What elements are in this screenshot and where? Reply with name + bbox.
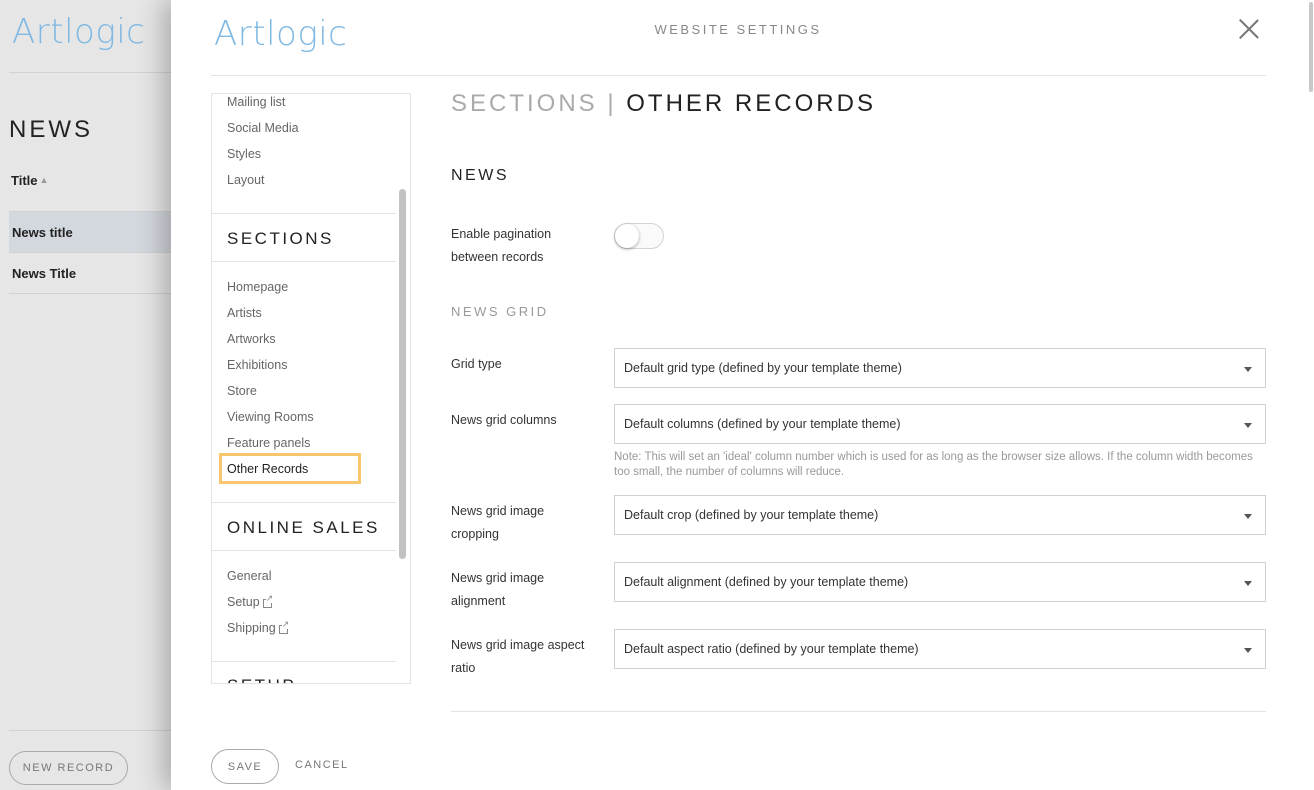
save-button[interactable]: SAVE — [211, 749, 279, 784]
grid-columns-label: News grid columns — [451, 413, 557, 427]
background-page-title: NEWS — [9, 116, 93, 143]
sort-icon: ▲ — [39, 175, 49, 185]
website-settings-modal: Artlogic WEBSITE SETTINGS Mailing list S… — [171, 0, 1314, 790]
new-record-button[interactable]: NEW RECORD — [9, 751, 128, 785]
sidebar-item-shipping[interactable]: Shipping — [227, 619, 290, 635]
grid-type-select[interactable]: Default grid type (defined by your templ… — [614, 348, 1266, 388]
page-title: SECTIONS | OTHER RECORDS — [451, 90, 876, 118]
image-cropping-label: News grid image cropping — [451, 504, 545, 541]
sidebar-scrollbar-thumb[interactable] — [399, 189, 406, 559]
background-logo: Artlogic — [12, 12, 146, 52]
image-aspect-ratio-label: News grid image aspect ratio — [451, 638, 585, 675]
title-column-label: Title — [11, 173, 38, 188]
grid-type-label: Grid type — [451, 357, 502, 371]
sidebar-heading-setup: SETUP — [227, 676, 296, 683]
chevron-down-icon — [1244, 581, 1252, 586]
pagination-label: Enable pagination between records — [451, 227, 552, 264]
header-divider — [211, 75, 1266, 76]
sidebar-heading-online-sales: ONLINE SALES — [227, 518, 380, 537]
chevron-down-icon — [1244, 423, 1252, 428]
subheading-news-grid: NEWS GRID — [451, 304, 549, 319]
image-cropping-select[interactable]: Default crop (defined by your template t… — [614, 495, 1266, 535]
sidebar-divider — [212, 550, 396, 551]
sidebar-heading-sections: SECTIONS — [227, 229, 334, 248]
grid-columns-select[interactable]: Default columns (defined by your templat… — [614, 404, 1266, 444]
image-alignment-select[interactable]: Default alignment (defined by your templ… — [614, 562, 1266, 602]
sidebar-item-feature-panels[interactable]: Feature panels — [227, 436, 310, 450]
select-value: Default crop (defined by your template t… — [624, 508, 879, 522]
table-row[interactable]: News Title — [9, 253, 179, 294]
sidebar-item-label: Setup — [227, 595, 260, 609]
cancel-button[interactable]: CANCEL — [295, 759, 349, 771]
sidebar-item-viewing-rooms[interactable]: Viewing Rooms — [227, 410, 314, 424]
sidebar-divider — [212, 213, 396, 214]
sidebar-divider — [212, 661, 396, 662]
external-link-icon — [262, 593, 274, 608]
select-value: Default aspect ratio (defined by your te… — [624, 642, 919, 656]
sidebar-item-exhibitions[interactable]: Exhibitions — [227, 358, 287, 372]
close-icon[interactable] — [1239, 19, 1259, 39]
background-divider — [9, 730, 179, 731]
sidebar-item-artworks[interactable]: Artworks — [227, 332, 276, 346]
toggle-knob — [615, 224, 639, 248]
external-link-icon — [278, 619, 290, 634]
background-divider — [9, 72, 179, 73]
sidebar-item-other-records[interactable]: Other Records — [227, 462, 308, 476]
chevron-down-icon — [1244, 514, 1252, 519]
image-aspect-ratio-select[interactable]: Default aspect ratio (defined by your te… — [614, 629, 1266, 669]
table-row[interactable]: News title — [9, 212, 179, 253]
sidebar-divider — [212, 502, 396, 503]
image-alignment-label: News grid image alignment — [451, 571, 545, 608]
page-title-name: OTHER RECORDS — [626, 90, 876, 117]
sidebar-item-label: Shipping — [227, 621, 276, 635]
sidebar-item-mailing-list[interactable]: Mailing list — [227, 95, 285, 109]
page-title-prefix: SECTIONS — [451, 90, 598, 117]
sidebar-item-setup[interactable]: Setup — [227, 593, 274, 609]
content-divider — [451, 711, 1266, 712]
sidebar-item-general[interactable]: General — [227, 569, 271, 583]
sidebar-item-homepage[interactable]: Homepage — [227, 280, 288, 294]
page-title-separator: | — [607, 90, 617, 117]
sidebar-item-store[interactable]: Store — [227, 384, 257, 398]
title-column-header[interactable]: Title ▲ — [11, 173, 48, 188]
chevron-down-icon — [1244, 367, 1252, 372]
sidebar-item-social-media[interactable]: Social Media — [227, 121, 299, 135]
sidebar-item-styles[interactable]: Styles — [227, 147, 261, 161]
sidebar-divider — [212, 261, 396, 262]
select-value: Default alignment (defined by your templ… — [624, 575, 909, 589]
group-heading-news: NEWS — [451, 167, 509, 184]
sidebar-item-layout[interactable]: Layout — [227, 173, 265, 187]
modal-scrollbar[interactable] — [1309, 2, 1313, 92]
chevron-down-icon — [1244, 648, 1252, 653]
columns-note: Note: This will set an 'ideal' column nu… — [614, 451, 1253, 478]
sidebar-item-artists[interactable]: Artists — [227, 306, 262, 320]
settings-sidebar: Mailing list Social Media Styles Layout … — [211, 93, 411, 684]
select-value: Default columns (defined by your templat… — [624, 417, 901, 431]
select-value: Default grid type (defined by your templ… — [624, 361, 902, 375]
modal-title: WEBSITE SETTINGS — [654, 22, 822, 37]
pagination-toggle[interactable] — [614, 223, 664, 249]
